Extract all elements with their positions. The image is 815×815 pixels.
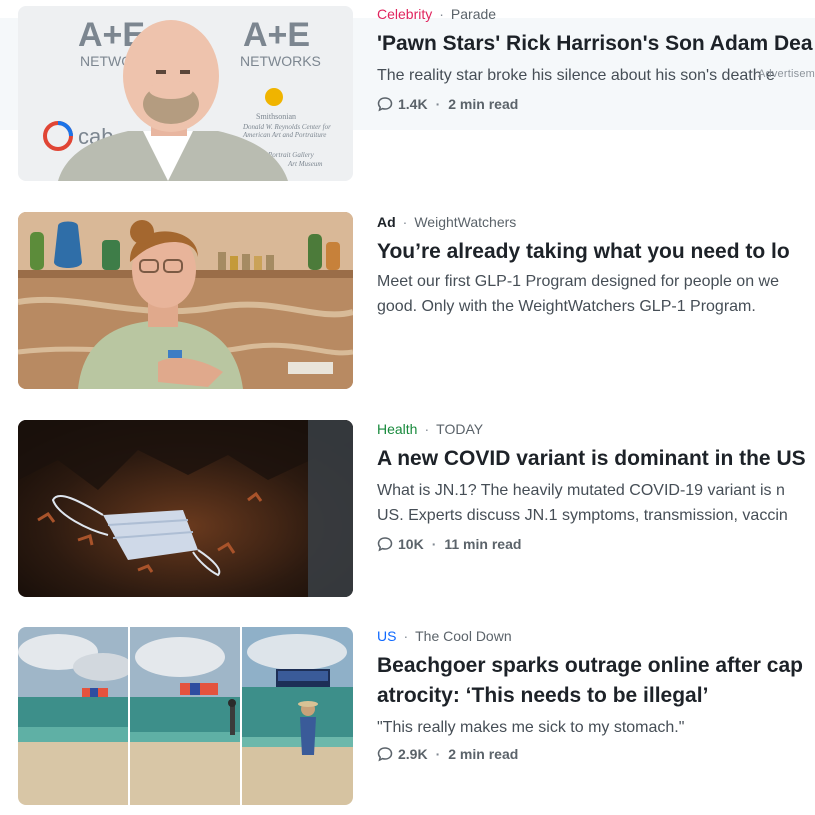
story-description-line-2: US. Experts discuss JN.1 symptoms, trans… [377,507,788,524]
ad-description-line-1: Meet our first GLP-1 Program designed fo… [377,273,779,290]
thumbnail-rick-harrison[interactable]: A+E A+E NETWORKS NETWORKS Smithsonian Do… [18,6,353,181]
source-label: The Cool Down [415,628,512,644]
story-description-line-1: What is JN.1? The heavily mutated COVID-… [377,482,785,499]
thumbnail-weightwatchers[interactable] [18,212,353,389]
svg-text:American Art and Portraiture: American Art and Portraiture [242,131,326,139]
read-time: 11 min read [444,536,522,552]
story-stats: 2.9K · 2 min read [377,746,815,762]
ae-logo-right: A+E [243,16,310,54]
photo-rick-harrison: A+E A+E NETWORKS NETWORKS Smithsonian Do… [18,6,353,181]
comment-count[interactable]: 1.4K [398,96,428,112]
comment-count[interactable]: 2.9K [398,746,428,762]
svg-text:Portrait Gallery: Portrait Gallery [267,151,315,159]
story-description: "This really makes me sick to my stomach… [377,719,685,736]
comment-icon[interactable] [377,746,393,762]
photo-face-mask [18,420,353,597]
thumbnail-beach[interactable] [18,627,353,805]
photo-beach-billboard-boats [18,627,353,805]
thumbnail-covid[interactable] [18,420,353,597]
meta-separator: · [439,6,444,22]
ad-label: Ad [377,214,396,230]
news-feed: A+E A+E NETWORKS NETWORKS Smithsonian Do… [0,0,815,815]
story-text-rick-harrison: Celebrity · Parade 'Pawn Stars' Rick Harri… [377,6,815,126]
comment-count[interactable]: 10K [398,536,424,552]
story-title[interactable]: 'Pawn Stars' Rick Harrison's Son Adam De… [377,29,815,59]
story-text-beachgoer: US · The Cool Down Beachgoer sparks outrag… [377,628,815,768]
story-text-weightwatchers: Ad · WeightWatchers You’re already taking … [377,214,815,324]
category-label[interactable]: US [377,628,396,644]
photo-weightwatchers [18,212,353,389]
read-time: 2 min read [448,746,519,762]
advertiser-label[interactable]: WeightWatchers [414,214,516,230]
svg-text:Donald W. Reynolds Center for: Donald W. Reynolds Center for [242,123,331,131]
category-label[interactable]: Health [377,421,417,437]
story-stats: 10K · 11 min read [377,536,815,552]
story-title[interactable]: A new COVID variant is dominant in the U… [377,444,815,474]
category-label[interactable]: Celebrity [377,6,432,22]
networks-right: NETWORKS [240,53,321,69]
svg-text:Art Museum: Art Museum [287,160,322,168]
advertisement-label: Advertisement [758,68,815,80]
story-description: The reality star broke his silence about… [377,67,775,84]
source-label: TODAY [436,421,484,437]
smithsonian-text: Smithsonian [256,112,296,121]
comment-icon[interactable] [377,96,393,112]
ad-title[interactable]: You’re already taking what you need to l… [377,237,815,267]
read-time: 2 min read [448,96,519,112]
story-stats: 1.4K · 2 min read [377,96,815,112]
comment-icon[interactable] [377,536,393,552]
source-label: Parade [450,6,497,22]
story-title-line-1[interactable]: Beachgoer sparks outrage online after ca… [377,651,815,681]
story-title-line-2[interactable]: atrocity: ‘This needs to be illegal’ [377,681,815,711]
story-text-covid: Health · TODAY A new COVID variant is domi… [377,421,815,561]
ad-description-line-2: good. Only with the WeightWatchers GLP-1… [377,298,756,315]
